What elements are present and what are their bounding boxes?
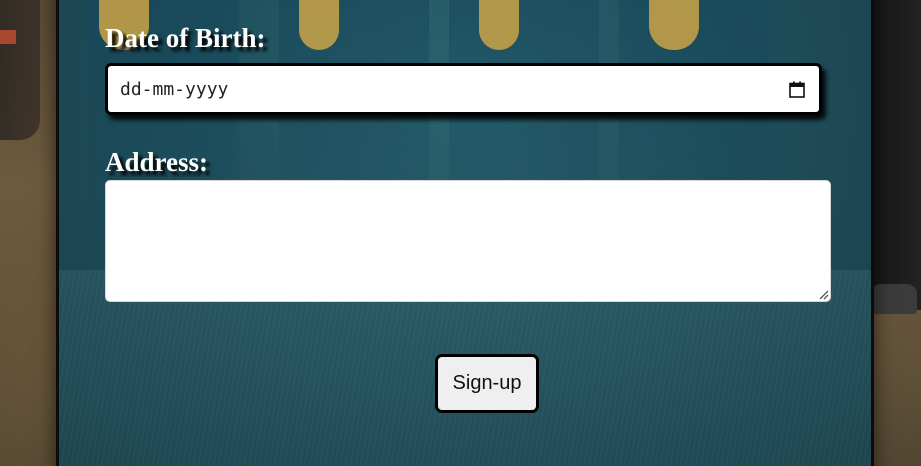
resize-grip-icon[interactable] (817, 288, 829, 300)
address-label: Address: (105, 147, 209, 177)
background-person-left (0, 0, 40, 140)
background-person-right (869, 0, 921, 310)
dob-date-placeholder: dd-mm-yyyy (120, 78, 229, 100)
signup-button[interactable]: Sign-up (435, 354, 539, 413)
background-shoe-right (871, 284, 917, 314)
background-stole (649, 0, 699, 50)
address-textarea[interactable] (105, 180, 831, 302)
dob-label: Date of Birth: (105, 23, 266, 53)
dob-date-input[interactable]: dd-mm-yyyy (105, 63, 822, 115)
background-stole (479, 0, 519, 50)
background-stole (299, 0, 339, 50)
background-detail-left (0, 30, 16, 44)
calendar-icon[interactable] (789, 81, 805, 98)
